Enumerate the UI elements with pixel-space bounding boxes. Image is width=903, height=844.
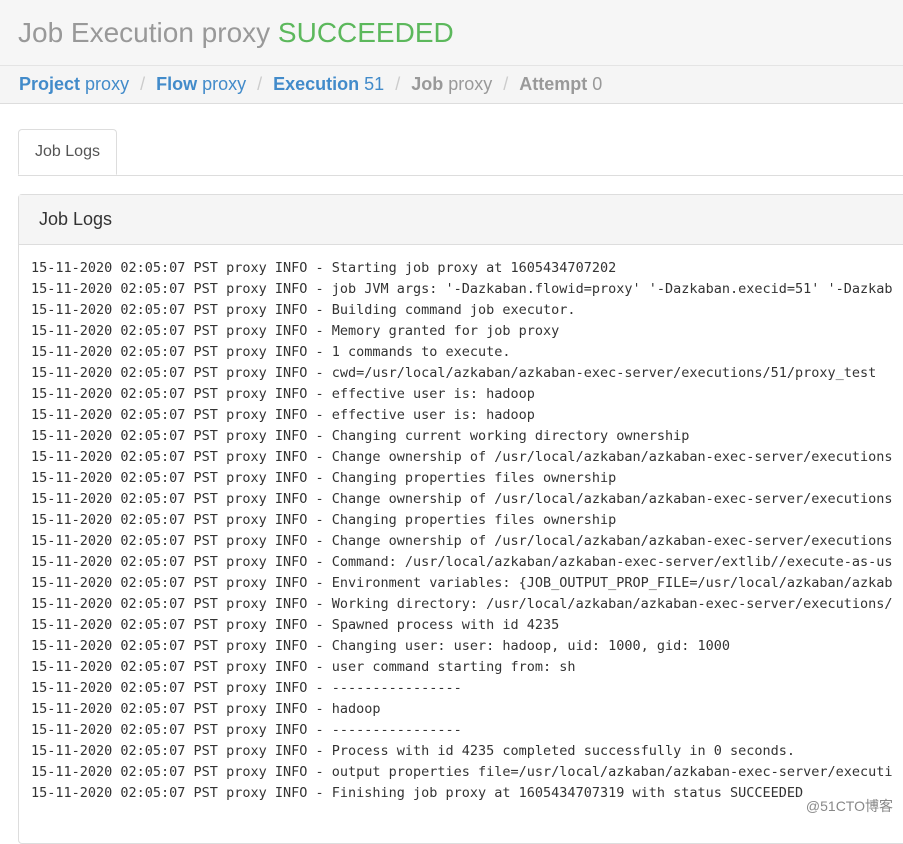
- log-line-message: Process with id 4235 completed successfu…: [331, 743, 796, 759]
- log-line: 15-11-2020 02:05:07 PST proxy INFO - Cha…: [31, 636, 903, 657]
- log-line-prefix: 15-11-2020 02:05:07 PST proxy INFO -: [31, 260, 332, 276]
- tab-bar: Job Logs: [18, 129, 903, 176]
- log-line-prefix: 15-11-2020 02:05:07 PST proxy INFO -: [31, 365, 332, 381]
- log-line-message: Changing properties files ownership: [331, 470, 617, 486]
- log-line-prefix: 15-11-2020 02:05:07 PST proxy INFO -: [31, 680, 332, 696]
- breadcrumb-separator: /: [503, 74, 509, 94]
- job-logs-panel: Job Logs 15-11-2020 02:05:07 PST proxy I…: [18, 194, 903, 844]
- log-line-message: 1 commands to execute.: [331, 344, 511, 360]
- log-line: 15-11-2020 02:05:07 PST proxy INFO - Wor…: [31, 594, 903, 615]
- log-line-message: Finishing job proxy at 1605434707319 wit…: [331, 785, 804, 801]
- log-line-prefix: 15-11-2020 02:05:07 PST proxy INFO -: [31, 596, 332, 612]
- log-line-message: Change ownership of /usr/local/azkaban/a…: [331, 491, 893, 507]
- log-line: 15-11-2020 02:05:07 PST proxy INFO - out…: [31, 762, 903, 783]
- log-line: 15-11-2020 02:05:07 PST proxy INFO - 1 c…: [31, 342, 903, 363]
- log-line-prefix: 15-11-2020 02:05:07 PST proxy INFO -: [31, 785, 332, 801]
- log-line-prefix: 15-11-2020 02:05:07 PST proxy INFO -: [31, 470, 332, 486]
- log-line-message: Spawned process with id 4235: [331, 617, 560, 633]
- breadcrumb-project[interactable]: Project proxy: [19, 66, 129, 102]
- log-line: 15-11-2020 02:05:07 PST proxy INFO - Pro…: [31, 741, 903, 762]
- log-line-message: Building command job executor.: [331, 302, 576, 318]
- breadcrumb-flow[interactable]: Flow proxy: [156, 66, 246, 102]
- log-line: 15-11-2020 02:05:07 PST proxy INFO - eff…: [31, 405, 903, 426]
- log-line-message: user command starting from: sh: [331, 659, 576, 675]
- log-line: 15-11-2020 02:05:07 PST proxy INFO - ---…: [31, 720, 903, 741]
- log-line-message: cwd=/usr/local/azkaban/azkaban-exec-serv…: [331, 365, 877, 381]
- log-line-prefix: 15-11-2020 02:05:07 PST proxy INFO -: [31, 323, 332, 339]
- log-line-message: ----------------: [331, 680, 462, 696]
- log-line-prefix: 15-11-2020 02:05:07 PST proxy INFO -: [31, 344, 332, 360]
- log-line-prefix: 15-11-2020 02:05:07 PST proxy INFO -: [31, 302, 332, 318]
- log-line: 15-11-2020 02:05:07 PST proxy INFO - Mem…: [31, 321, 903, 342]
- log-line-prefix: 15-11-2020 02:05:07 PST proxy INFO -: [31, 638, 332, 654]
- breadcrumb-separator: /: [257, 74, 263, 94]
- panel-title: Job Logs: [19, 195, 903, 245]
- log-line-message: Starting job proxy at 1605434707202: [331, 260, 617, 276]
- log-line-prefix: 15-11-2020 02:05:07 PST proxy INFO -: [31, 281, 332, 297]
- log-line-prefix: 15-11-2020 02:05:07 PST proxy INFO -: [31, 722, 332, 738]
- log-line-message: Change ownership of /usr/local/azkaban/a…: [331, 449, 893, 465]
- log-line-prefix: 15-11-2020 02:05:07 PST proxy INFO -: [31, 407, 332, 423]
- log-line: 15-11-2020 02:05:07 PST proxy INFO - cwd…: [31, 363, 903, 384]
- log-line: 15-11-2020 02:05:07 PST proxy INFO - Cha…: [31, 468, 903, 489]
- watermark: @51CTO博客: [805, 798, 893, 814]
- log-line: 15-11-2020 02:05:07 PST proxy INFO - Spa…: [31, 615, 903, 636]
- breadcrumb-separator: /: [140, 74, 146, 94]
- log-line-message: Memory granted for job proxy: [331, 323, 560, 339]
- page-header: Job Execution proxy SUCCEEDED: [0, 0, 903, 66]
- log-line-prefix: 15-11-2020 02:05:07 PST proxy INFO -: [31, 701, 332, 717]
- log-line: 15-11-2020 02:05:07 PST proxy INFO - Bui…: [31, 300, 903, 321]
- log-line-prefix: 15-11-2020 02:05:07 PST proxy INFO -: [31, 743, 332, 759]
- log-line: 15-11-2020 02:05:07 PST proxy INFO - Sta…: [31, 258, 903, 279]
- log-line-prefix: 15-11-2020 02:05:07 PST proxy INFO -: [31, 512, 332, 528]
- log-line: 15-11-2020 02:05:07 PST proxy INFO - Cha…: [31, 447, 903, 468]
- log-line-message: Changing current working directory owner…: [331, 428, 690, 444]
- log-line-prefix: 15-11-2020 02:05:07 PST proxy INFO -: [31, 659, 332, 675]
- log-line-prefix: 15-11-2020 02:05:07 PST proxy INFO -: [31, 386, 332, 402]
- log-line-message: Changing user: user: hadoop, uid: 1000, …: [331, 638, 730, 654]
- log-output: 15-11-2020 02:05:07 PST proxy INFO - Sta…: [19, 245, 903, 804]
- page-title: Job Execution proxy SUCCEEDED: [18, 14, 454, 52]
- breadcrumb: Project proxy / Flow proxy / Execution 51 / Jo…: [0, 66, 903, 104]
- log-line: 15-11-2020 02:05:07 PST proxy INFO - had…: [31, 699, 903, 720]
- log-line: 15-11-2020 02:05:07 PST proxy INFO - Com…: [31, 552, 903, 573]
- log-line-prefix: 15-11-2020 02:05:07 PST proxy INFO -: [31, 575, 332, 591]
- tab-job-logs[interactable]: Job Logs: [18, 129, 117, 175]
- log-line: 15-11-2020 02:05:07 PST proxy INFO - Fin…: [31, 783, 903, 804]
- log-line-message: hadoop: [331, 701, 381, 717]
- log-line-message: Working directory: /usr/local/azkaban/az…: [331, 596, 893, 612]
- job-title: Job Execution proxy: [18, 17, 271, 48]
- breadcrumb-job: Job proxy: [411, 74, 493, 94]
- log-line: 15-11-2020 02:05:07 PST proxy INFO - Cha…: [31, 510, 903, 531]
- log-line-prefix: 15-11-2020 02:05:07 PST proxy INFO -: [31, 491, 332, 507]
- log-line: 15-11-2020 02:05:07 PST proxy INFO - Cha…: [31, 426, 903, 447]
- log-line: 15-11-2020 02:05:07 PST proxy INFO - eff…: [31, 384, 903, 405]
- log-line-message: job JVM args: '-Dazkaban.flowid=proxy' '…: [331, 281, 893, 297]
- log-line-prefix: 15-11-2020 02:05:07 PST proxy INFO -: [31, 449, 332, 465]
- log-line-message: effective user is: hadoop: [331, 407, 535, 423]
- log-line-message: output properties file=/usr/local/azkaba…: [331, 764, 893, 780]
- breadcrumb-attempt: Attempt 0: [519, 74, 603, 94]
- log-line-prefix: 15-11-2020 02:05:07 PST proxy INFO -: [31, 554, 332, 570]
- log-line-message: Change ownership of /usr/local/azkaban/a…: [331, 533, 893, 549]
- log-line: 15-11-2020 02:05:07 PST proxy INFO - Env…: [31, 573, 903, 594]
- log-line-message: Command: /usr/local/azkaban/azkaban-exec…: [331, 554, 893, 570]
- log-line-prefix: 15-11-2020 02:05:07 PST proxy INFO -: [31, 428, 332, 444]
- log-line-message: ----------------: [331, 722, 462, 738]
- log-line: 15-11-2020 02:05:07 PST proxy INFO - Cha…: [31, 531, 903, 552]
- log-line: 15-11-2020 02:05:07 PST proxy INFO - Cha…: [31, 489, 903, 510]
- breadcrumb-execution[interactable]: Execution 51: [273, 66, 384, 102]
- log-line: 15-11-2020 02:05:07 PST proxy INFO - ---…: [31, 678, 903, 699]
- log-line: 15-11-2020 02:05:07 PST proxy INFO - use…: [31, 657, 903, 678]
- breadcrumb-separator: /: [395, 74, 401, 94]
- log-line-message: Environment variables: {JOB_OUTPUT_PROP_…: [331, 575, 893, 591]
- log-line-prefix: 15-11-2020 02:05:07 PST proxy INFO -: [31, 533, 332, 549]
- log-line: 15-11-2020 02:05:07 PST proxy INFO - job…: [31, 279, 903, 300]
- status-label: SUCCEEDED: [277, 17, 454, 48]
- log-line-message: Changing properties files ownership: [331, 512, 617, 528]
- log-line-prefix: 15-11-2020 02:05:07 PST proxy INFO -: [31, 764, 332, 780]
- log-line-prefix: 15-11-2020 02:05:07 PST proxy INFO -: [31, 617, 332, 633]
- log-line-message: effective user is: hadoop: [331, 386, 535, 402]
